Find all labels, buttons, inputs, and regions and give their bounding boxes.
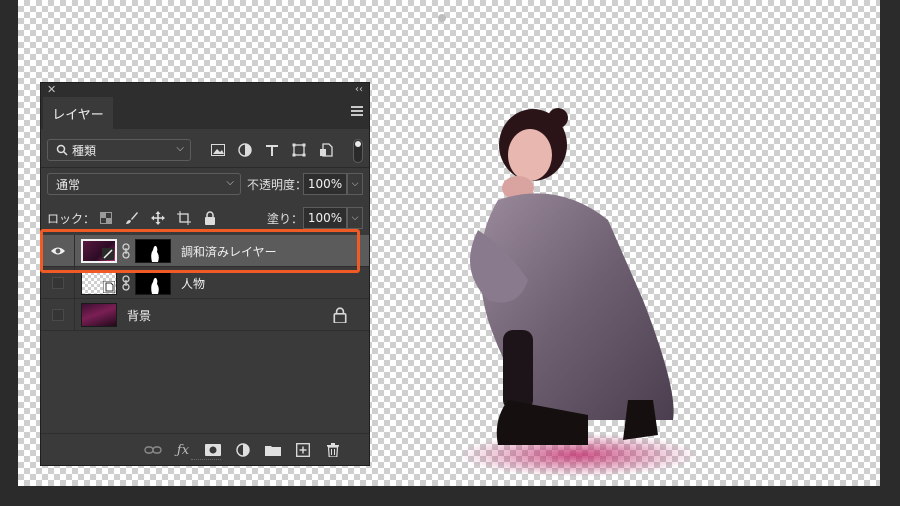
- visibility-toggle[interactable]: [41, 299, 75, 331]
- layer-row-background[interactable]: 背景: [41, 299, 369, 331]
- layer-row-harmonized[interactable]: 調和済みレイヤー: [41, 235, 369, 267]
- layer-mask-thumbnail[interactable]: [135, 271, 171, 295]
- filter-toggle[interactable]: [353, 139, 363, 163]
- layers-panel: ✕ ‹‹ レイヤー 種類 ⌵ 通常 ⌵ 不透明度： 100% ⌵ ロック： 塗り…: [40, 82, 370, 466]
- new-adjustment-layer-icon[interactable]: [233, 441, 253, 459]
- panel-tab-bar: レイヤー: [41, 97, 369, 129]
- layer-row-person[interactable]: 人物: [41, 267, 369, 299]
- filter-icon-group: [209, 141, 335, 159]
- new-layer-icon[interactable]: [293, 441, 313, 459]
- layer-name: 人物: [181, 277, 206, 291]
- collapse-icon[interactable]: ‹‹: [355, 83, 363, 97]
- panel-titlebar: ✕ ‹‹: [41, 83, 369, 97]
- tab-layers[interactable]: レイヤー: [43, 97, 113, 129]
- blend-row: 通常 ⌵ 不透明度： 100% ⌵: [47, 173, 363, 195]
- divider: [41, 167, 369, 168]
- move-icon[interactable]: [149, 209, 167, 227]
- close-icon[interactable]: ✕: [47, 83, 56, 97]
- blend-mode-value: 通常: [56, 177, 81, 192]
- lock-icon: [333, 307, 347, 323]
- subject-photo: [458, 108, 698, 477]
- fx-icon[interactable]: ƒx: [173, 441, 193, 459]
- footer-icon-group: ƒx: [143, 441, 343, 459]
- fill-input[interactable]: 100%: [303, 207, 347, 229]
- pixel-filter-icon[interactable]: [209, 141, 227, 159]
- folder-icon[interactable]: [263, 441, 283, 459]
- lock-transparency-icon[interactable]: [97, 209, 115, 227]
- fill-label: 塗り：: [267, 212, 304, 226]
- opacity-input[interactable]: 100%: [303, 173, 347, 195]
- layer-thumbnail: [81, 303, 117, 327]
- filter-row: 種類 ⌵: [47, 139, 363, 163]
- layer-list: 調和済みレイヤー 人物 背景: [41, 235, 369, 331]
- visibility-toggle[interactable]: [41, 267, 75, 299]
- artboard-icon[interactable]: [175, 209, 193, 227]
- smart-object-badge-icon: [103, 281, 115, 293]
- layer-thumbnail: [81, 271, 117, 295]
- chevron-down-icon: ⌵: [226, 177, 234, 188]
- canvas-marker: [438, 14, 446, 22]
- smart-object-badge-icon: [102, 248, 114, 260]
- blend-mode-select[interactable]: 通常 ⌵: [47, 173, 241, 195]
- visibility-box: [51, 277, 64, 289]
- link-layers-icon[interactable]: [143, 441, 163, 459]
- add-mask-icon[interactable]: [203, 441, 223, 459]
- fill-dropdown[interactable]: ⌵: [347, 207, 363, 229]
- smart-object-filter-icon[interactable]: [317, 141, 335, 159]
- panel-menu-icon[interactable]: [351, 106, 363, 118]
- filter-kind-label: 種類: [72, 143, 97, 158]
- adjustment-filter-icon[interactable]: [236, 141, 254, 159]
- opacity-label: 不透明度：: [247, 178, 308, 192]
- eye-icon: [50, 247, 65, 255]
- lock-icon-group: [97, 209, 219, 227]
- layer-mask-thumbnail[interactable]: [135, 239, 171, 263]
- type-filter-icon[interactable]: [263, 141, 281, 159]
- link-icon[interactable]: [121, 275, 131, 291]
- opacity-dropdown[interactable]: ⌵: [347, 173, 363, 195]
- brush-icon[interactable]: [123, 209, 141, 227]
- filter-kind-select[interactable]: 種類 ⌵: [47, 139, 191, 161]
- layer-name: 調和済みレイヤー: [181, 245, 277, 259]
- workspace-bottom-edge: [0, 486, 900, 506]
- layer-name: 背景: [127, 309, 152, 323]
- panel-resize-grip[interactable]: [191, 459, 221, 463]
- tab-layers-label: レイヤー: [52, 107, 104, 123]
- shape-filter-icon[interactable]: [290, 141, 308, 159]
- lock-icon[interactable]: [201, 209, 219, 227]
- lock-label: ロック：: [47, 212, 96, 226]
- link-icon[interactable]: [121, 243, 131, 259]
- search-icon: [56, 144, 68, 156]
- layer-thumbnail: [81, 239, 117, 263]
- lock-row: ロック： 塗り： 100% ⌵: [47, 207, 363, 229]
- workspace-left-edge: [0, 0, 18, 506]
- trash-icon[interactable]: [323, 441, 343, 459]
- workspace-right-edge: [880, 0, 900, 506]
- chevron-down-icon: ⌵: [176, 143, 184, 154]
- visibility-box: [51, 309, 64, 321]
- visibility-toggle[interactable]: [41, 235, 75, 267]
